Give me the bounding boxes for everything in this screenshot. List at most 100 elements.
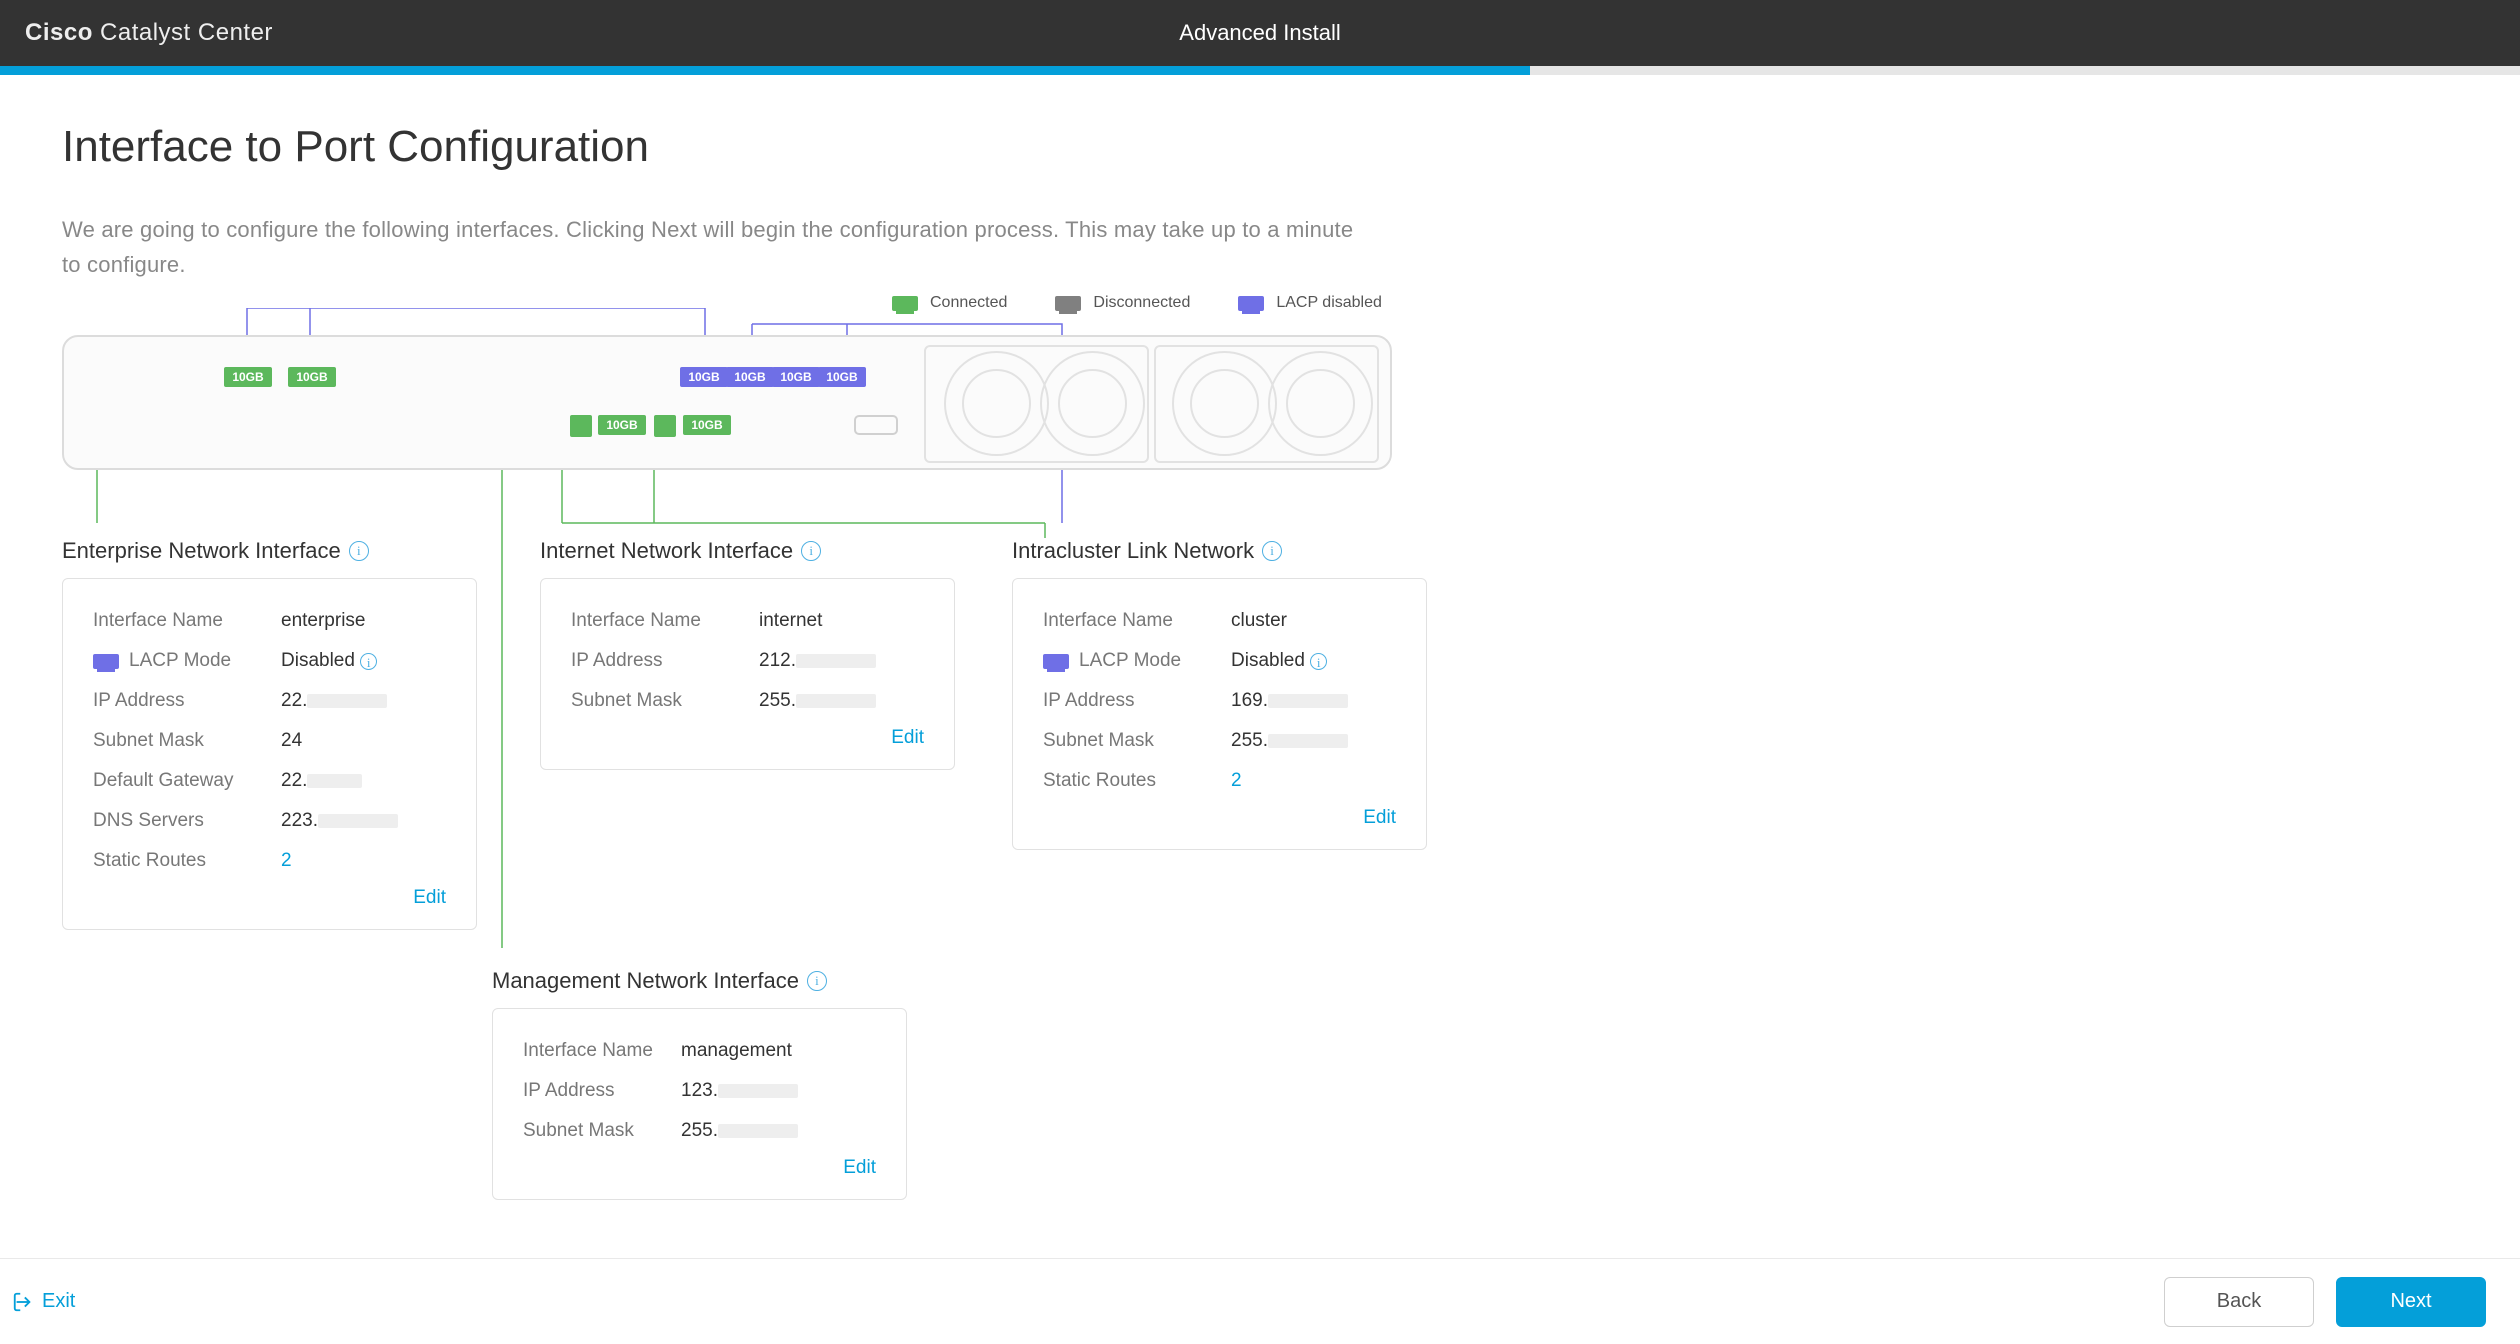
field-label: Subnet Mask [523,1111,663,1151]
diagram-area: 10GB 10GB 10GB 10GB 10GB 10GB 10GB 10GB [62,308,2458,1318]
field-value: Disabled [281,641,377,681]
mask-prefix: 255. [759,690,796,711]
card-title: Enterprise Network Interface [62,538,477,564]
field-value: 255. [681,1111,798,1151]
info-icon[interactable] [349,541,369,561]
vga-port-icon [854,415,898,435]
card-title-text: Internet Network Interface [540,538,793,564]
port-icon [570,415,592,437]
back-button[interactable]: Back [2164,1277,2314,1327]
next-button[interactable]: Next [2336,1277,2486,1327]
edit-link[interactable]: Edit [571,727,924,749]
field-label: Default Gateway [93,761,263,801]
field-value: 212. [759,641,876,681]
info-icon[interactable] [360,653,377,670]
redacted-icon [307,694,387,708]
internet-card: Interface Nameinternet IP Address212. Su… [540,578,955,770]
field-value: Disabled [1231,641,1327,681]
exit-button[interactable]: Exit [12,1290,75,1313]
field-value: cluster [1231,601,1287,641]
appliance-diagram: 10GB 10GB 10GB 10GB 10GB 10GB 10GB 10GB [62,335,1392,470]
info-icon[interactable] [1262,541,1282,561]
enterprise-interface-block: Enterprise Network Interface Interface N… [62,538,477,929]
port-10gb: 10GB [683,415,731,435]
management-card: Interface Namemanagement IP Address123. … [492,1008,907,1200]
field-label: Interface Name [571,601,741,641]
enterprise-card: Interface Nameenterprise LACP ModeDisabl… [62,578,477,929]
field-label: IP Address [571,641,741,681]
ip-prefix: 169. [1231,690,1268,711]
cluster-card: Interface Namecluster LACP ModeDisabled … [1012,578,1427,849]
card-title: Management Network Interface [492,968,907,994]
redacted-icon [718,1084,798,1098]
ip-prefix: 212. [759,650,796,671]
field-value: 223. [281,801,398,841]
port-10gb: 10GB [726,367,774,387]
dns-prefix: 223. [281,810,318,831]
lacp-icon [1043,654,1069,669]
fan-icon [1172,351,1277,456]
exit-icon [12,1291,34,1313]
lacp-icon [93,654,119,669]
lacp-label-text: LACP Mode [129,641,231,681]
brand-bold: Cisco [25,19,93,46]
page-description: We are going to configure the following … [62,212,1362,282]
fan-icon [1040,351,1145,456]
info-icon[interactable] [1310,653,1327,670]
field-label: IP Address [523,1071,663,1111]
lacp-label-text: LACP Mode [1079,641,1181,681]
redacted-icon [718,1124,798,1138]
field-value: 255. [759,681,876,721]
field-label: Subnet Mask [1043,721,1213,761]
header-title: Advanced Install [1179,20,1340,46]
field-label: Static Routes [93,841,263,881]
static-routes-link[interactable]: 2 [1231,761,1242,801]
field-label: IP Address [93,681,263,721]
redacted-icon [307,774,362,788]
brand: Cisco Catalyst Center [25,19,273,47]
field-label: LACP Mode [1043,641,1213,681]
redacted-icon [1268,734,1348,748]
card-title: Internet Network Interface [540,538,955,564]
card-title-text: Management Network Interface [492,968,799,994]
field-label: IP Address [1043,681,1213,721]
lacp-value-text: Disabled [281,650,355,671]
card-title: Intracluster Link Network [1012,538,1427,564]
fan-icon [1268,351,1373,456]
edit-link[interactable]: Edit [523,1157,876,1179]
port-icon [654,415,676,437]
field-label: Static Routes [1043,761,1213,801]
port-10gb: 10GB [818,367,866,387]
field-value: 255. [1231,721,1348,761]
brand-rest: Catalyst Center [93,19,273,46]
card-title-text: Intracluster Link Network [1012,538,1254,564]
port-10gb: 10GB [288,367,336,387]
field-value: 123. [681,1071,798,1111]
ip-prefix: 22. [281,690,307,711]
mask-prefix: 255. [1231,730,1268,751]
field-label: DNS Servers [93,801,263,841]
field-value: 24 [281,721,302,761]
field-value: 22. [281,681,387,721]
redacted-icon [318,814,398,828]
management-interface-block: Management Network Interface Interface N… [492,968,907,1200]
footer-bar: Exit Back Next [0,1258,2520,1344]
field-label: LACP Mode [93,641,263,681]
field-label: Interface Name [1043,601,1213,641]
port-10gb: 10GB [772,367,820,387]
page-title: Interface to Port Configuration [62,122,2458,172]
header-bar: Cisco Catalyst Center Advanced Install [0,0,2520,66]
redacted-icon [796,654,876,668]
port-10gb: 10GB [680,367,728,387]
static-routes-link[interactable]: 2 [281,841,292,881]
gw-prefix: 22. [281,770,307,791]
field-value: 22. [281,761,362,801]
port-10gb: 10GB [224,367,272,387]
edit-link[interactable]: Edit [1043,807,1396,829]
info-icon[interactable] [801,541,821,561]
edit-link[interactable]: Edit [93,887,446,909]
field-value: management [681,1031,792,1071]
field-value: 169. [1231,681,1348,721]
lacp-value-text: Disabled [1231,650,1305,671]
info-icon[interactable] [807,971,827,991]
